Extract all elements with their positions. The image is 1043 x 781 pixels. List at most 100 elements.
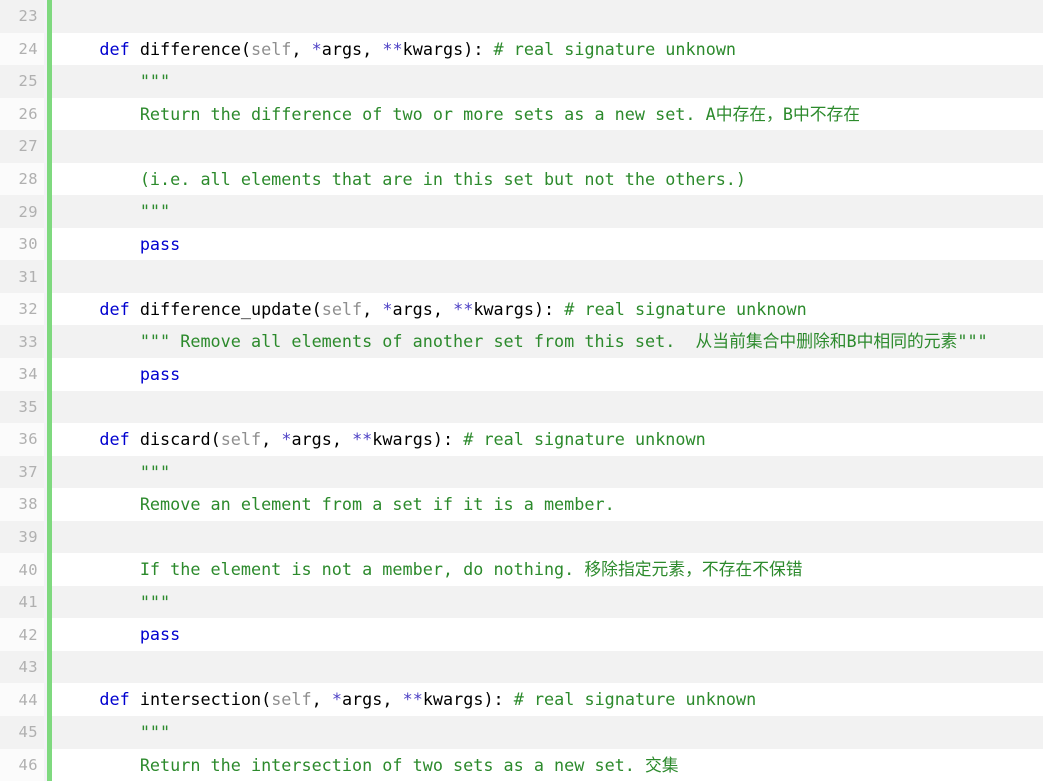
line-number[interactable]: 28 [0,162,44,196]
code-token-name: discard [139,429,211,450]
line-number[interactable]: 40 [0,553,44,586]
code-token-indent [59,423,99,456]
line-number[interactable]: 26 [0,97,44,131]
code-token-punct: , [362,38,383,59]
line-number[interactable]: 46 [0,748,44,781]
code-line-row[interactable]: 39 [0,520,1043,554]
marker-spacer [52,65,59,98]
code-line-text[interactable] [59,391,1043,424]
code-token-name: args [291,429,332,450]
code-token-star: ** [382,38,403,59]
code-line-row[interactable]: 44 def intersection(self, * args, ** kwarg… [0,683,1043,717]
code-line-text[interactable]: """ [59,65,1043,98]
code-line-row[interactable]: 45 """ [0,716,1043,749]
code-line-text[interactable]: def difference_update(self, * args, ** kwa… [59,293,1043,326]
code-line-row[interactable]: 28 (i.e. all elements that are in this s… [0,162,1043,196]
code-line-text[interactable] [59,521,1043,554]
line-number[interactable]: 23 [0,0,44,33]
code-line-text[interactable]: def intersection(self, * args, ** kwargs):… [59,683,1043,716]
code-line-row[interactable]: 37 """ [0,455,1043,489]
code-line-row[interactable]: 30 pass [0,227,1043,261]
code-line-text[interactable] [59,260,1043,293]
code-line-row[interactable]: 26 Return the difference of two or more … [0,97,1043,131]
code-line-row[interactable]: 29 """ [0,195,1043,228]
code-token-name: intersection [139,689,262,710]
code-line-row[interactable]: 42 pass [0,618,1043,651]
line-number[interactable]: 30 [0,227,44,261]
code-line-text[interactable]: pass [59,228,1043,261]
code-line-row[interactable]: 35 [0,390,1043,424]
code-editor-viewport[interactable]: 23 24 def difference(self, * args, ** kwarg… [0,0,1043,781]
code-token-doc: """ [139,461,171,482]
code-line-row[interactable]: 34 pass [0,358,1043,391]
code-line-text[interactable]: """ Remove all elements of another set f… [59,325,1043,358]
line-number[interactable]: 43 [0,650,44,684]
code-token-doc: If the element is not a member, do nothi… [139,559,585,580]
marker-spacer [52,0,59,33]
line-number[interactable]: 41 [0,585,44,619]
line-number[interactable]: 27 [0,130,44,163]
code-line-text[interactable]: pass [59,358,1043,391]
line-number[interactable]: 25 [0,65,44,98]
code-line-row[interactable]: 46 Return the intersection of two sets a… [0,748,1043,781]
code-token-punct: , [432,298,454,319]
line-number[interactable]: 31 [0,260,44,293]
code-line-row[interactable]: 24 def difference(self, * args, ** kwargs)… [0,32,1043,66]
code-line-row[interactable]: 33 """ Remove all elements of another se… [0,325,1043,359]
code-token-comment: # real signature unknown [564,298,807,319]
code-line-text[interactable]: If the element is not a member, do nothi… [59,553,1043,586]
line-number[interactable]: 42 [0,618,44,651]
code-line-row[interactable]: 23 [0,0,1043,33]
line-number[interactable]: 29 [0,195,44,228]
line-number[interactable]: 37 [0,455,44,489]
line-number[interactable]: 45 [0,716,44,749]
code-line-text[interactable]: (i.e. all elements that are in this set … [59,163,1043,196]
code-line-row[interactable]: 32 def difference_update(self, * args, **… [0,292,1043,326]
line-number[interactable]: 36 [0,423,44,456]
code-line-list: 23 24 def difference(self, * args, ** kwarg… [0,0,1043,781]
code-line-row[interactable]: 31 [0,260,1043,293]
code-line-row[interactable]: 36 def discard(self, * args, ** kwargs): #… [0,423,1043,456]
code-token-indent [59,553,140,586]
code-line-row[interactable]: 43 [0,650,1043,684]
code-line-row[interactable]: 38 Remove an element from a set if it is… [0,488,1043,521]
code-line-text[interactable]: pass [59,618,1043,651]
code-token-star: ** [352,429,373,450]
marker-spacer [52,358,59,391]
code-line-row[interactable]: 40 If the element is not a member, do no… [0,553,1043,586]
code-token-self: self [321,298,363,319]
code-line-text[interactable]: def discard(self, * args, ** kwargs): # re… [59,423,1043,456]
code-line-text[interactable]: Return the difference of two or more set… [59,98,1043,131]
code-token-cn: 移除指定元素，不存在不保错 [584,559,803,580]
code-line-row[interactable]: 25 """ [0,65,1043,98]
line-number[interactable]: 44 [0,683,44,717]
code-line-text[interactable]: """ [59,456,1043,489]
code-line-text[interactable]: """ [59,195,1043,228]
line-number[interactable]: 24 [0,32,44,66]
code-line-text[interactable]: """ [59,716,1043,749]
code-token-kw: def [99,298,130,319]
code-token-cn: A中存在，B中不存在 [705,103,861,124]
code-line-text[interactable]: Return the intersection of two sets as a… [59,749,1043,781]
line-number[interactable]: 38 [0,488,44,521]
code-line-text[interactable] [59,651,1043,684]
line-number[interactable]: 35 [0,390,44,424]
line-number[interactable]: 33 [0,325,44,359]
code-line-text[interactable] [59,130,1043,163]
code-line-text[interactable] [59,0,1043,33]
line-number[interactable]: 32 [0,292,44,326]
marker-spacer [52,293,59,326]
code-line-text[interactable]: Remove an element from a set if it is a … [59,488,1043,521]
line-number[interactable]: 39 [0,520,44,554]
code-token-doc: """ [139,591,171,612]
code-line-text[interactable]: def difference(self, * args, ** kwargs): #… [59,33,1043,66]
code-line-row[interactable]: 27 [0,130,1043,163]
code-token-indent [59,293,99,326]
code-line-text[interactable]: """ [59,586,1043,619]
code-line-row[interactable]: 41 """ [0,585,1043,619]
code-token-star: ** [453,298,474,319]
line-number[interactable]: 34 [0,358,44,391]
marker-spacer [52,98,59,131]
